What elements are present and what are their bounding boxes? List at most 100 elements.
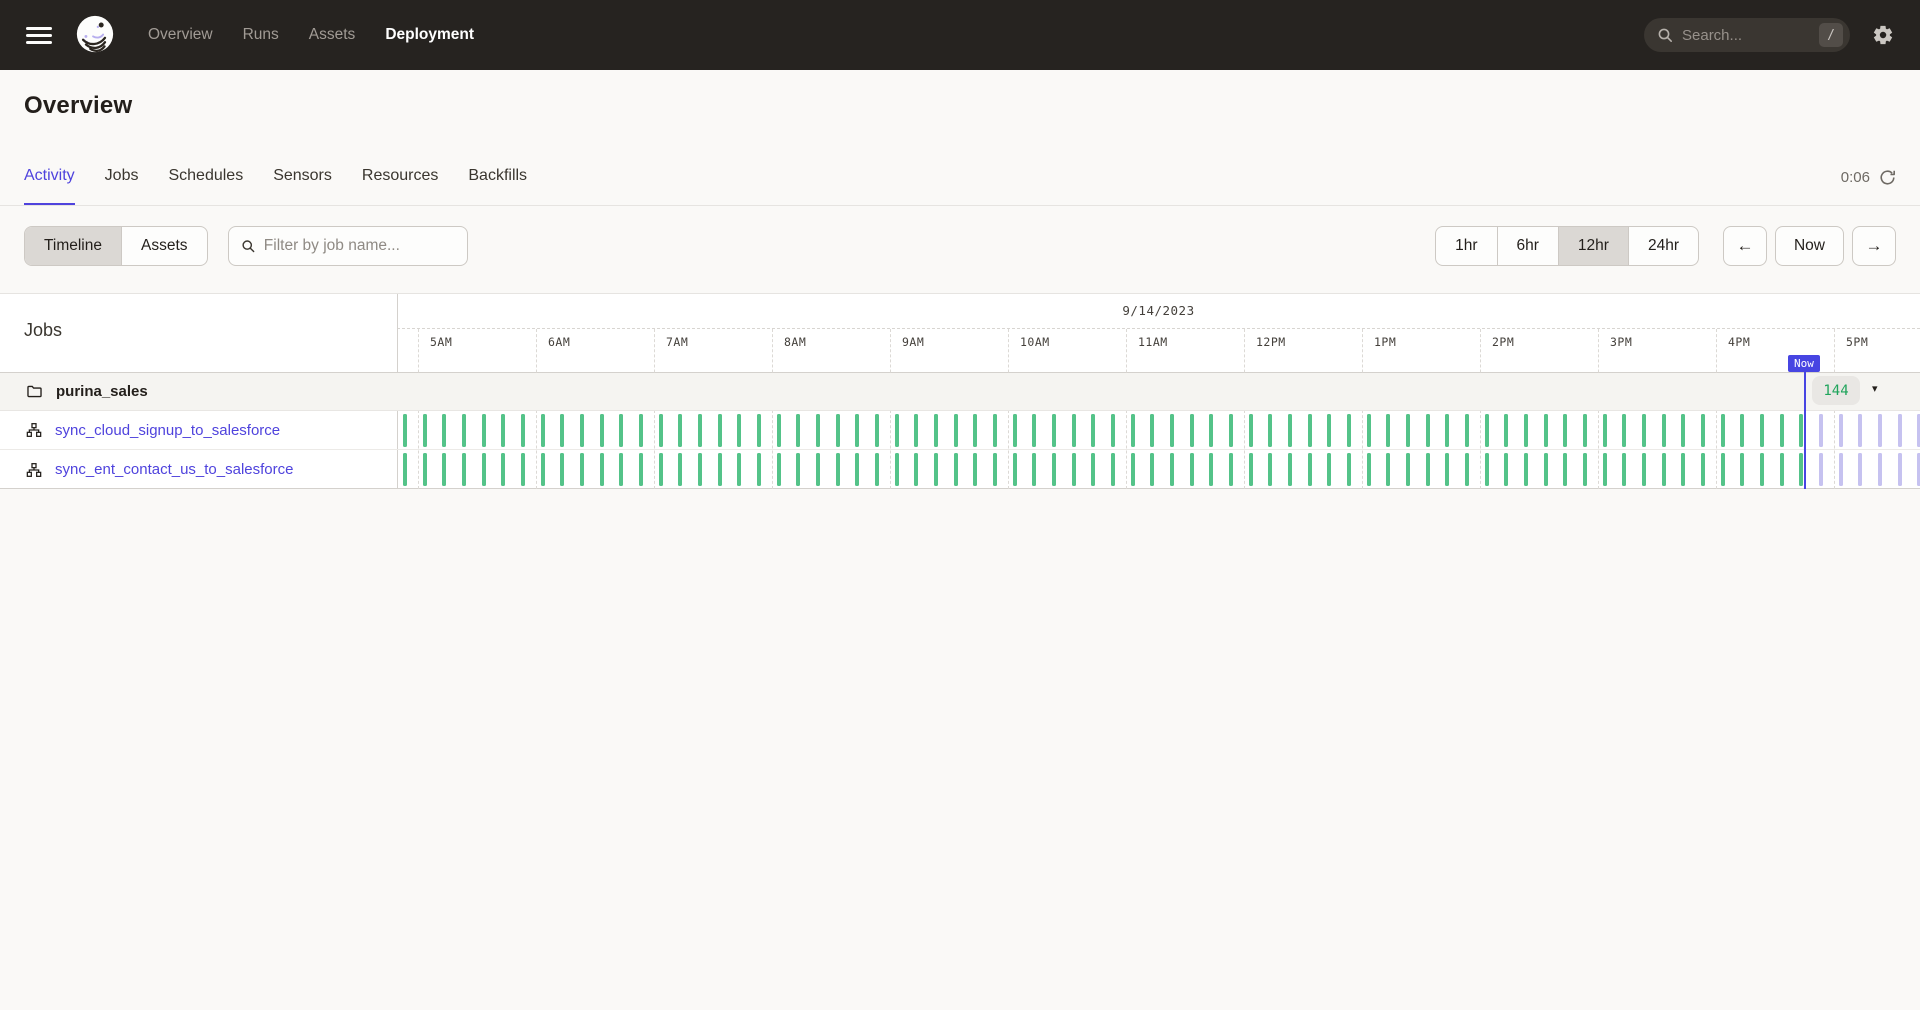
run-tick-success[interactable] (423, 453, 427, 486)
caret-down-icon[interactable]: ▾ (1872, 382, 1878, 395)
run-tick-scheduled[interactable] (1878, 414, 1882, 447)
run-tick-success[interactable] (1131, 453, 1135, 486)
run-tick-success[interactable] (757, 453, 761, 486)
run-tick-success[interactable] (1327, 414, 1331, 447)
run-tick-success[interactable] (1386, 414, 1390, 447)
run-tick-scheduled[interactable] (1898, 414, 1902, 447)
run-tick-success[interactable] (1780, 453, 1784, 486)
run-tick-success[interactable] (1367, 414, 1371, 447)
run-tick-success[interactable] (1583, 453, 1587, 486)
job-filter[interactable] (228, 226, 468, 266)
run-tick-success[interactable] (482, 414, 486, 447)
tab-resources[interactable]: Resources (362, 167, 438, 205)
run-tick-success[interactable] (816, 453, 820, 486)
run-tick-success[interactable] (619, 414, 623, 447)
run-tick-success[interactable] (639, 414, 643, 447)
run-tick-success[interactable] (1563, 453, 1567, 486)
run-tick-success[interactable] (1367, 453, 1371, 486)
run-tick-success[interactable] (600, 414, 604, 447)
run-tick-success[interactable] (1052, 453, 1056, 486)
tab-schedules[interactable]: Schedules (168, 167, 243, 205)
run-tick-success[interactable] (1721, 414, 1725, 447)
run-tick-success[interactable] (678, 414, 682, 447)
run-tick-success[interactable] (796, 414, 800, 447)
run-tick-success[interactable] (1150, 414, 1154, 447)
nav-item-deployment[interactable]: Deployment (385, 26, 474, 44)
run-tick-success[interactable] (1308, 414, 1312, 447)
run-tick-success[interactable] (1544, 414, 1548, 447)
run-tick-success[interactable] (659, 453, 663, 486)
global-search-input[interactable]: Search... / (1644, 18, 1850, 52)
run-tick-success[interactable] (1465, 453, 1469, 486)
run-tick-success[interactable] (1603, 453, 1607, 486)
run-tick-success[interactable] (698, 414, 702, 447)
run-tick-success[interactable] (1701, 414, 1705, 447)
run-tick-success[interactable] (1426, 414, 1430, 447)
job-group-name[interactable]: purina_sales (56, 383, 148, 400)
view-toggle-timeline[interactable]: Timeline (25, 227, 121, 265)
range-12hr[interactable]: 12hr (1558, 227, 1628, 265)
run-tick-success[interactable] (1740, 414, 1744, 447)
run-tick-success[interactable] (521, 453, 525, 486)
run-tick-success[interactable] (659, 414, 663, 447)
run-tick-success[interactable] (1209, 453, 1213, 486)
run-tick-success[interactable] (1760, 414, 1764, 447)
run-tick-success[interactable] (718, 453, 722, 486)
run-tick-success[interactable] (1072, 414, 1076, 447)
run-tick-success[interactable] (403, 453, 407, 486)
run-tick-success[interactable] (403, 414, 407, 447)
run-tick-success[interactable] (737, 453, 741, 486)
run-tick-success[interactable] (796, 453, 800, 486)
run-tick-success[interactable] (1406, 414, 1410, 447)
run-tick-success[interactable] (1799, 453, 1803, 486)
run-tick-success[interactable] (580, 414, 584, 447)
run-tick-success[interactable] (1229, 414, 1233, 447)
run-tick-success[interactable] (875, 453, 879, 486)
run-tick-success[interactable] (1249, 414, 1253, 447)
run-tick-success[interactable] (1091, 453, 1095, 486)
run-count-badge[interactable]: 144 (1812, 376, 1860, 405)
tab-activity[interactable]: Activity (24, 167, 75, 205)
run-tick-success[interactable] (1721, 453, 1725, 486)
range-1hr[interactable]: 1hr (1436, 227, 1496, 265)
run-tick-success[interactable] (973, 414, 977, 447)
run-tick-scheduled[interactable] (1858, 414, 1862, 447)
run-tick-success[interactable] (954, 414, 958, 447)
run-tick-success[interactable] (934, 414, 938, 447)
run-tick-success[interactable] (855, 453, 859, 486)
run-tick-success[interactable] (1603, 414, 1607, 447)
job-name-link[interactable]: sync_cloud_signup_to_salesforce (55, 422, 280, 439)
run-tick-success[interactable] (1504, 453, 1508, 486)
run-tick-success[interactable] (1799, 414, 1803, 447)
run-tick-success[interactable] (619, 453, 623, 486)
nav-item-runs[interactable]: Runs (243, 26, 279, 44)
run-tick-success[interactable] (1268, 453, 1272, 486)
view-toggle-assets[interactable]: Assets (121, 227, 207, 265)
run-tick-success[interactable] (1150, 453, 1154, 486)
run-tick-success[interactable] (1347, 414, 1351, 447)
run-tick-success[interactable] (1485, 414, 1489, 447)
run-tick-scheduled[interactable] (1898, 453, 1902, 486)
run-tick-success[interactable] (1465, 414, 1469, 447)
next-window-button[interactable]: → (1852, 226, 1896, 266)
run-tick-success[interactable] (836, 414, 840, 447)
run-tick-success[interactable] (442, 453, 446, 486)
run-tick-success[interactable] (560, 453, 564, 486)
range-24hr[interactable]: 24hr (1628, 227, 1698, 265)
run-tick-success[interactable] (1209, 414, 1213, 447)
run-tick-success[interactable] (895, 453, 899, 486)
run-tick-success[interactable] (1386, 453, 1390, 486)
run-tick-success[interactable] (1111, 453, 1115, 486)
run-tick-success[interactable] (1622, 414, 1626, 447)
run-tick-success[interactable] (1504, 414, 1508, 447)
run-tick-success[interactable] (1268, 414, 1272, 447)
run-tick-success[interactable] (482, 453, 486, 486)
run-tick-success[interactable] (1740, 453, 1744, 486)
run-tick-success[interactable] (600, 453, 604, 486)
nav-item-assets[interactable]: Assets (309, 26, 356, 44)
run-tick-success[interactable] (423, 414, 427, 447)
run-tick-success[interactable] (541, 414, 545, 447)
run-tick-success[interactable] (1288, 453, 1292, 486)
run-tick-success[interactable] (1662, 453, 1666, 486)
run-tick-success[interactable] (1190, 453, 1194, 486)
